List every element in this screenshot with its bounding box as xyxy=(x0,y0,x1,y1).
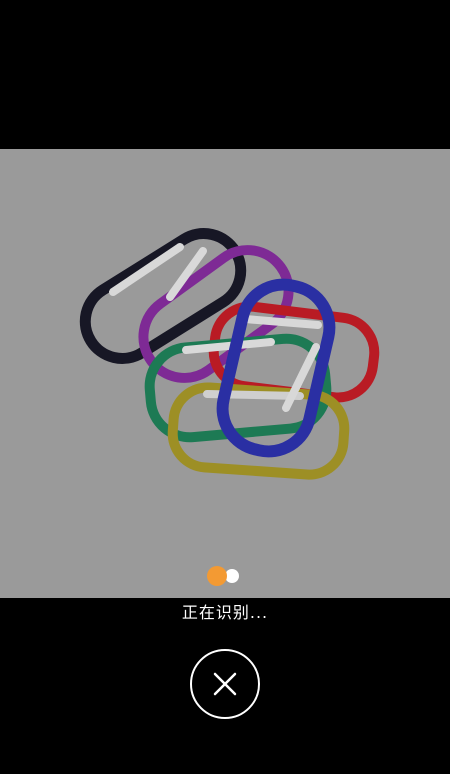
close-icon xyxy=(213,672,237,696)
recognition-screen: 正在识别... xyxy=(0,0,450,774)
loading-indicator xyxy=(207,566,241,586)
recognition-status-text: 正在识别... xyxy=(181,603,269,622)
captured-photo xyxy=(0,149,450,598)
top-black-area xyxy=(0,0,450,149)
loading-dot-orange xyxy=(207,566,227,586)
carabiners-image xyxy=(79,228,380,480)
loading-dot-white xyxy=(225,569,239,583)
cancel-button[interactable] xyxy=(190,649,260,719)
